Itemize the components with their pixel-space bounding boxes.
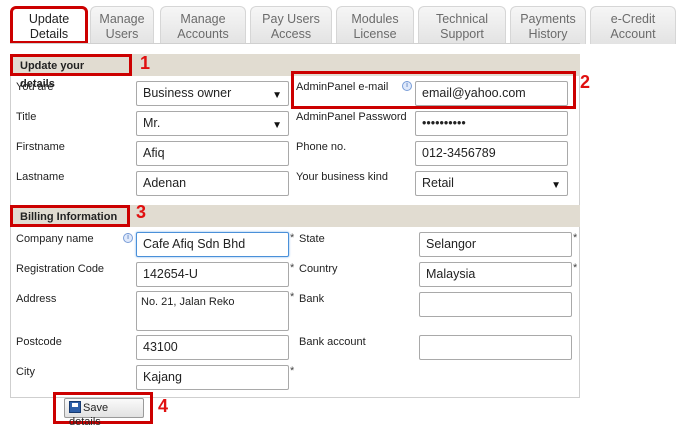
tab-label: Details: [29, 27, 69, 41]
lastname-label: Lastname: [16, 171, 65, 183]
chevron-down-icon: ▼: [551, 180, 561, 191]
business-kind-value: Retail: [422, 176, 454, 190]
bank-label: Bank: [299, 293, 325, 305]
postcode-input[interactable]: 43100: [136, 335, 289, 360]
required-marker: *: [573, 232, 578, 244]
tab-technical-support[interactable]: Technical Support: [418, 6, 506, 44]
section-title-details: Update your details: [10, 54, 132, 90]
tab-label: Account: [610, 27, 656, 41]
tab-divider: [10, 43, 580, 44]
state-input[interactable]: Selangor: [419, 232, 572, 257]
tab-label: Manage: [180, 12, 226, 26]
tab-label: Update: [28, 12, 70, 26]
section-title-billing: Billing Information: [10, 205, 130, 227]
tab-label: Access: [270, 27, 312, 41]
floppy-disk-icon: [69, 401, 81, 413]
required-marker: *: [290, 262, 295, 274]
callout-2: 2: [580, 72, 591, 92]
tab-payments-history[interactable]: Payments History: [510, 6, 586, 44]
tab-pay-users-access[interactable]: Pay Users Access: [250, 6, 332, 44]
tab-label: Accounts: [177, 27, 229, 41]
save-button[interactable]: Save details: [64, 398, 144, 428]
country-label: Country: [299, 263, 338, 275]
tab-update-details[interactable]: Update Details: [10, 6, 88, 44]
phone-input[interactable]: 012-3456789: [415, 141, 568, 166]
tab-label: Modules: [351, 12, 399, 26]
required-marker: *: [290, 232, 295, 244]
you-are-select[interactable]: Business owner ▼: [136, 81, 289, 106]
country-input[interactable]: Malaysia: [419, 262, 572, 287]
tab-manage-users[interactable]: Manage Users: [90, 6, 154, 44]
tab-label: License: [353, 27, 397, 41]
business-kind-select[interactable]: Retail ▼: [415, 171, 568, 196]
city-label: City: [16, 366, 35, 378]
tab-label: Pay Users: [262, 12, 320, 26]
title-label: Title: [16, 111, 37, 123]
tab-bar: Update Details Manage Users Manage Accou…: [10, 6, 678, 44]
callout-3: 3: [136, 202, 147, 222]
required-marker: *: [290, 365, 295, 377]
firstname-input[interactable]: Afiq: [136, 141, 289, 166]
required-marker: *: [290, 291, 295, 303]
phone-label: Phone no.: [296, 141, 347, 153]
title-select[interactable]: Mr. ▼: [136, 111, 289, 136]
company-input[interactable]: Cafe Afiq Sdn Bhd: [136, 232, 289, 257]
you-are-value: Business owner: [143, 86, 232, 100]
tab-label: History: [528, 27, 568, 41]
reg-code-input[interactable]: 142654-U: [136, 262, 289, 287]
tab-label: Support: [440, 27, 484, 41]
company-label: Company name: [16, 233, 94, 245]
tab-modules-license[interactable]: Modules License: [336, 6, 414, 44]
tab-label: Users: [105, 27, 139, 41]
chevron-down-icon: ▼: [272, 120, 282, 131]
business-kind-label: Your business kind: [296, 171, 388, 183]
info-icon[interactable]: i: [402, 81, 412, 91]
bank-input[interactable]: [419, 292, 572, 317]
bank-account-input[interactable]: [419, 335, 572, 360]
tab-label: Payments: [520, 12, 576, 26]
state-label: State: [299, 233, 325, 245]
tab-label: Technical: [435, 12, 489, 26]
password-label: AdminPanel Password: [296, 111, 407, 123]
firstname-label: Firstname: [16, 141, 65, 153]
required-marker: *: [573, 262, 578, 274]
tab-manage-accounts[interactable]: Manage Accounts: [160, 6, 246, 44]
lastname-input[interactable]: Adenan: [136, 171, 289, 196]
postcode-label: Postcode: [16, 336, 62, 348]
bank-account-label: Bank account: [299, 336, 366, 348]
tab-label: Manage: [99, 12, 145, 26]
tab-label: e-Credit: [610, 12, 656, 26]
email-input[interactable]: email@yahoo.com: [415, 81, 568, 106]
email-label: AdminPanel e-mail: [296, 81, 389, 93]
chevron-down-icon: ▼: [272, 90, 282, 101]
info-icon[interactable]: i: [123, 233, 133, 243]
reg-code-label: Registration Code: [16, 263, 105, 275]
city-input[interactable]: Kajang: [136, 365, 289, 390]
address-textarea[interactable]: [136, 291, 289, 331]
address-label: Address: [16, 293, 57, 305]
callout-1: 1: [140, 53, 151, 73]
title-value: Mr.: [143, 116, 161, 130]
callout-4: 4: [158, 396, 169, 416]
you-are-label: You are: [16, 81, 54, 93]
tab-e-credit-account[interactable]: e-Credit Account: [590, 6, 676, 44]
password-input[interactable]: ••••••••••: [415, 111, 568, 136]
